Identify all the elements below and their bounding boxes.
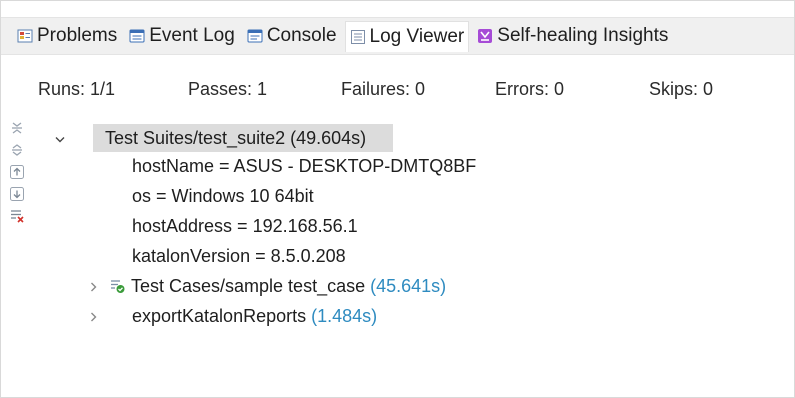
next-icon: [9, 186, 25, 207]
tree-row-property-hostname[interactable]: hostName = ASUS - DESKTOP-DMTQ8BF: [132, 152, 476, 180]
suite-duration: (49.604s): [290, 127, 367, 148]
expand-export-toggle[interactable]: [87, 302, 101, 330]
tree-row-property-os[interactable]: os = Windows 10 64bit: [132, 182, 314, 210]
tab-problems[interactable]: Problems: [13, 21, 121, 51]
log-tree: Test Suites/test_suite2 (49.604s) hostNa…: [45, 124, 794, 397]
runs-count: Runs: 1/1: [38, 79, 116, 99]
tab-bar: Problems Event Log Console Log Viewer Se…: [1, 17, 794, 55]
clear-icon: [9, 208, 25, 229]
previous-icon: [9, 164, 25, 185]
collapse-suite-toggle[interactable]: [53, 124, 67, 152]
chevron-right-icon: [90, 306, 98, 327]
test-case-passed-icon: [109, 278, 125, 294]
test-case-duration: (45.641s): [370, 275, 447, 296]
tab-event-log[interactable]: Event Log: [125, 21, 239, 51]
expand-test-case-toggle[interactable]: [87, 272, 101, 300]
collapse-all-button[interactable]: [7, 120, 27, 140]
tab-label: Console: [266, 25, 337, 46]
skips-count: Skips: 0: [649, 79, 714, 99]
suite-name: Test Suites/test_suite2: [105, 127, 286, 148]
chevron-down-icon: [55, 128, 65, 149]
previous-button[interactable]: [7, 164, 27, 184]
tree-row-export-reports[interactable]: exportKatalonReports (1.484s): [132, 302, 377, 330]
passes-count: Passes: 1: [188, 79, 268, 99]
test-case-name: Test Cases/sample test_case: [131, 275, 366, 296]
expand-all-button[interactable]: [7, 142, 27, 162]
test-summary: Runs: 1/1 Passes: 1 Failures: 0 Errors: …: [1, 65, 794, 113]
console-icon: [247, 28, 263, 44]
tab-label: Problems: [37, 25, 118, 46]
property-text: katalonVersion = 8.5.0.208: [132, 245, 346, 266]
event-log-icon: [129, 28, 145, 44]
log-viewer-icon: [350, 29, 366, 45]
chevron-right-icon: [90, 276, 98, 297]
tab-console[interactable]: Console: [243, 21, 341, 51]
failures-count: Failures: 0: [341, 79, 426, 99]
clear-button[interactable]: [7, 208, 27, 228]
log-toolbar: [1, 116, 45, 397]
tree-row-test-suite[interactable]: Test Suites/test_suite2 (49.604s): [93, 124, 393, 152]
export-name: exportKatalonReports: [132, 305, 307, 326]
log-viewer-panel: Problems Event Log Console Log Viewer Se…: [0, 0, 795, 398]
tab-label: Log Viewer: [369, 25, 465, 47]
property-text: os = Windows 10 64bit: [132, 185, 314, 206]
expand-all-icon: [10, 142, 24, 163]
next-button[interactable]: [7, 186, 27, 206]
top-strip: [1, 1, 794, 15]
tree-row-property-katalonversion[interactable]: katalonVersion = 8.5.0.208: [132, 242, 346, 270]
collapse-all-icon: [10, 120, 24, 141]
problems-icon: [17, 28, 33, 44]
export-duration: (1.484s): [311, 305, 378, 326]
property-text: hostAddress = 192.168.56.1: [132, 215, 358, 236]
tree-row-property-hostaddress[interactable]: hostAddress = 192.168.56.1: [132, 212, 358, 240]
tab-self-healing-insights[interactable]: Self-healing Insights: [473, 21, 672, 51]
tree-row-test-case[interactable]: Test Cases/sample test_case (45.641s): [109, 272, 446, 300]
tab-label: Event Log: [149, 25, 235, 46]
tab-label: Self-healing Insights: [497, 25, 669, 46]
property-text: hostName = ASUS - DESKTOP-DMTQ8BF: [132, 155, 477, 176]
tab-log-viewer[interactable]: Log Viewer: [344, 20, 470, 52]
self-healing-icon: [477, 28, 493, 44]
errors-count: Errors: 0: [495, 79, 565, 99]
